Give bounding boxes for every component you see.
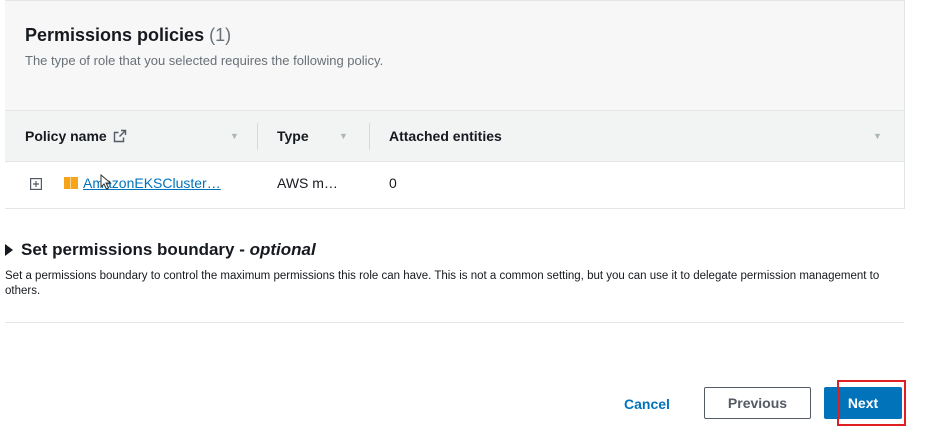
policies-table-header: Policy name ▼ Type ▼ Attached entities ▼ [5,111,904,162]
column-header-attached-entities[interactable]: Attached entities ▼ [389,111,889,161]
table-row: AmazonEKSCluster… AWS m… 0 [5,162,904,208]
permissions-boundary-toggle[interactable]: Set permissions boundary - optional [5,240,316,260]
external-link-icon[interactable] [113,129,127,143]
policy-count: (1) [209,25,232,45]
panel-header: Permissions policies (1) The type of rol… [5,1,904,111]
policy-type-cell: AWS m… [277,175,338,191]
column-header-type-label: Type [277,128,309,144]
aws-policy-cube-icon [64,177,78,189]
panel-description: The type of role that you selected requi… [25,53,384,68]
next-button[interactable]: Next [824,387,902,419]
cancel-button[interactable]: Cancel [609,389,685,419]
panel-title: Permissions policies (1) [25,25,231,46]
attached-entities-cell: 0 [389,175,397,191]
column-divider [369,123,370,150]
column-divider [257,123,258,150]
sort-caret-down-icon[interactable]: ▼ [339,131,348,141]
column-header-type[interactable]: Type ▼ [277,111,369,161]
sort-caret-down-icon[interactable]: ▼ [873,131,882,141]
boundary-title-text: Set permissions boundary - [21,240,250,259]
mouse-cursor-icon [100,174,112,190]
panel-title-text: Permissions policies [25,25,205,45]
caret-right-icon[interactable] [5,244,13,256]
boundary-title-optional: optional [249,240,316,259]
column-header-policy-name[interactable]: Policy name ▼ [25,111,257,161]
column-header-attached-entities-label: Attached entities [389,128,502,144]
sort-caret-down-icon[interactable]: ▼ [230,131,239,141]
boundary-description: Set a permissions boundary to control th… [5,270,880,297]
column-header-policy-name-label: Policy name [25,128,107,144]
previous-button[interactable]: Previous [704,387,811,419]
plus-square-icon[interactable] [30,178,42,190]
permissions-policies-panel: Permissions policies (1) The type of rol… [5,0,905,209]
section-divider [5,322,904,323]
